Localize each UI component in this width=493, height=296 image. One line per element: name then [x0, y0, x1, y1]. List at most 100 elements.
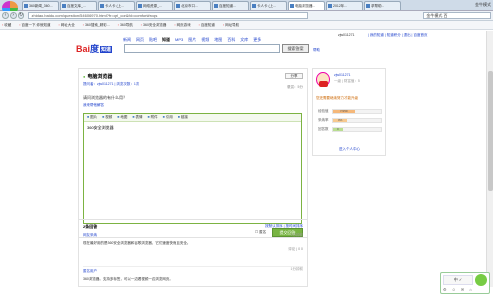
browser-tab[interactable]: 百度知道... — [212, 1, 249, 10]
back-icon[interactable]: ‹ — [2, 12, 9, 19]
frog-mascot-icon — [475, 274, 487, 286]
bookmark-item[interactable]: 百度一下,你就知道 — [19, 23, 51, 28]
answer-editor[interactable]: 图片视频地图表情附件引用链接 360安全浏览器 — [83, 113, 302, 224]
scrollbar-thumb[interactable] — [488, 71, 493, 191]
help-link[interactable]: 帮助 — [313, 48, 320, 53]
forward-icon[interactable]: › — [9, 12, 17, 19]
nav-tab[interactable]: 新闻 — [123, 37, 131, 42]
top-links[interactable]: | 我的知道 | 知道积分 | 退出 | 百度首页 — [368, 33, 427, 38]
search-button[interactable]: 搜索答案 — [282, 44, 309, 53]
bookmark-item[interactable]: 百度知道 — [199, 23, 215, 28]
bookmark-item[interactable]: 360安全浏览器 — [141, 23, 166, 28]
toolbar-button[interactable]: 图片 — [87, 115, 97, 120]
tab-label: 卡人卡 (上... — [257, 3, 277, 8]
browser-tab[interactable]: 卡人卡 (上... — [98, 1, 135, 10]
profile-center-link[interactable]: 进入个人中心 — [339, 147, 360, 152]
bookmarks-bar: 收藏 百度一下,你就知道 网址大全 360搜索_精彩... 360导航 360安全浏览器 网… — [0, 21, 493, 30]
stat-fill: 0% — [333, 118, 348, 122]
page-icon — [328, 4, 332, 8]
answer-text: 360浏览器。支持多标签，可以一边看视频一边浏览网页。 — [83, 277, 173, 281]
toolbar-button[interactable]: 引用 — [163, 115, 173, 120]
bookmark-item[interactable]: 360导航 — [118, 23, 133, 28]
stat-fill: 0 — [333, 127, 343, 131]
browser-tab[interactable]: 百度文库_... — [60, 1, 97, 10]
nav-tab[interactable]: MP3 — [175, 37, 183, 42]
logo-zhidao: 知道 — [100, 46, 113, 54]
tab-label: 卡人卡 (上... — [105, 3, 125, 8]
question-panel: 电脑浏览器 分享 提问者：zjw011271 | 浏览次数：1次 悬赏：5分 请… — [78, 68, 308, 238]
nav-tab[interactable]: 地图 — [214, 37, 222, 42]
tab-label: 求帮助... — [371, 3, 385, 8]
stat-label: 回答数 — [318, 126, 329, 131]
ime-label[interactable]: 中 ✓ — [443, 275, 473, 285]
toolbar-button[interactable]: 链接 — [178, 115, 188, 120]
tab-label: 电脑浏览器... — [295, 3, 316, 8]
answer-author[interactable]: 匿名用户 — [83, 269, 97, 273]
nav-tab[interactable]: 更多 — [253, 37, 261, 42]
page-icon — [62, 4, 66, 8]
nav-tab[interactable]: 贴吧 — [149, 37, 157, 42]
bookmark-item[interactable]: 网址导航 — [223, 23, 239, 28]
user-link[interactable]: zjw011271 — [338, 33, 354, 37]
browser-tab[interactable]: 2012年... — [326, 1, 363, 10]
tabbar-right-label[interactable]: 金牛模式 — [475, 2, 491, 8]
search-input[interactable] — [124, 44, 280, 53]
answers-sort[interactable]: 按默认排序 | 按时间排序 — [265, 224, 303, 229]
answer-textarea[interactable]: 360安全浏览器 — [84, 122, 301, 134]
question-body: 请问浏览器的有什么用？ — [83, 95, 127, 100]
stat-bar: 0 — [332, 126, 382, 132]
toolbar-button[interactable]: 地图 — [117, 115, 127, 120]
url-input[interactable]: zhidao.baidu.com/question/54606970.html?… — [28, 12, 309, 19]
tab-bar: 360新闻_360... 百度文库_... 卡人卡 (上... 网络资源_... 北京市… — [0, 0, 493, 15]
answers-panel: 2条回答 按默认排序 | 按时间排序 网友采纳 1分钟前 现在最好用的是360安… — [78, 219, 308, 287]
avatar[interactable] — [316, 72, 330, 87]
share-button[interactable]: 分享 — [285, 73, 303, 79]
profile-level: 一级 | 财富值：5 — [334, 79, 360, 83]
bookmark-item[interactable]: 网址大全 — [58, 23, 75, 28]
profile-stats: 经验值 7/150 采纳率 0% 回答数 0 — [318, 107, 382, 134]
nav-tab[interactable]: 视频 — [201, 37, 209, 42]
profile-note: 您还需要继续努力才能升级 — [316, 96, 358, 100]
stat-label: 经验值 — [318, 108, 329, 113]
bookmark-item[interactable]: 收藏 — [2, 23, 11, 28]
answer-author[interactable]: 网友采纳 — [83, 233, 97, 237]
logo-paw: 度 — [90, 44, 100, 54]
nav-tab[interactable]: 百科 — [227, 37, 235, 42]
webpage: zjw011271 | 我的知道 | 知道积分 | 退出 | 百度首页 Bai度… — [0, 31, 486, 287]
browser-tab[interactable]: 求帮助... — [364, 1, 401, 10]
toolbar-button[interactable]: 视频 — [102, 115, 112, 120]
nav-tab[interactable]: 图片 — [188, 37, 196, 42]
browser-tab[interactable]: 360新闻_360... — [22, 1, 59, 10]
toolbar-button[interactable]: 表情 — [132, 115, 143, 120]
baidu-zhidao-logo[interactable]: Bai度 知道 — [76, 42, 118, 55]
nav-tab[interactable]: 网页 — [136, 37, 144, 42]
tab-label: 360新闻_360... — [29, 3, 53, 8]
answer-time: 1分钟前 — [290, 267, 303, 271]
browser-tab[interactable]: 网络资源_... — [136, 1, 173, 10]
browser-tab[interactable]: 卡人卡 (上... — [250, 1, 287, 10]
widget-icons[interactable]: ⚙ ☺ ✉ ⌂ — [443, 287, 474, 292]
page-scrollbar[interactable] — [486, 31, 493, 287]
browser-tab[interactable]: 北京市口... — [174, 1, 211, 10]
stat-fill: 7/150 — [333, 109, 355, 113]
browser-search-input[interactable]: 金牛模式 百 — [423, 12, 492, 19]
refresh-icon[interactable]: ↻ — [17, 12, 25, 19]
nav-tab[interactable]: 文库 — [240, 37, 248, 42]
page-icon — [176, 4, 180, 8]
answer-item: 网友采纳 1分钟前 现在最好用的是360安全浏览器和谷歌浏览器，它们速度快而且安… — [83, 233, 303, 251]
tab-label: 网络资源_... — [143, 3, 162, 8]
browser-tab[interactable]: 电脑浏览器... — [288, 1, 325, 10]
profile-name[interactable]: zjw011271 — [334, 73, 350, 77]
tab-label: 2012年... — [333, 3, 348, 8]
answer-item: 匿名用户 1分钟前 360浏览器。支持多标签，可以一边看视频一边浏览网页。 — [83, 266, 303, 282]
ime-widget[interactable]: 中 ✓ ⚙ ☺ ✉ ⌂ — [440, 272, 490, 294]
answer-vote[interactable]: 评论 | 0 0 — [288, 247, 303, 252]
bookmark-item[interactable]: 网页游戏 — [174, 23, 191, 28]
bookmark-item[interactable]: 360搜索_精彩... — [83, 23, 110, 28]
answer-link[interactable]: 我来帮他解答 — [83, 103, 104, 108]
tab-label: 百度知道... — [219, 3, 236, 8]
search-nav-tabs: 新闻 网页 贴吧 知道 MP3 图片 视频 地图 百科 文库 更多 — [123, 37, 266, 43]
stat-row: 经验值 7/150 — [318, 107, 382, 115]
nav-tab[interactable]: 知道 — [162, 37, 170, 42]
toolbar-button[interactable]: 附件 — [148, 115, 158, 120]
